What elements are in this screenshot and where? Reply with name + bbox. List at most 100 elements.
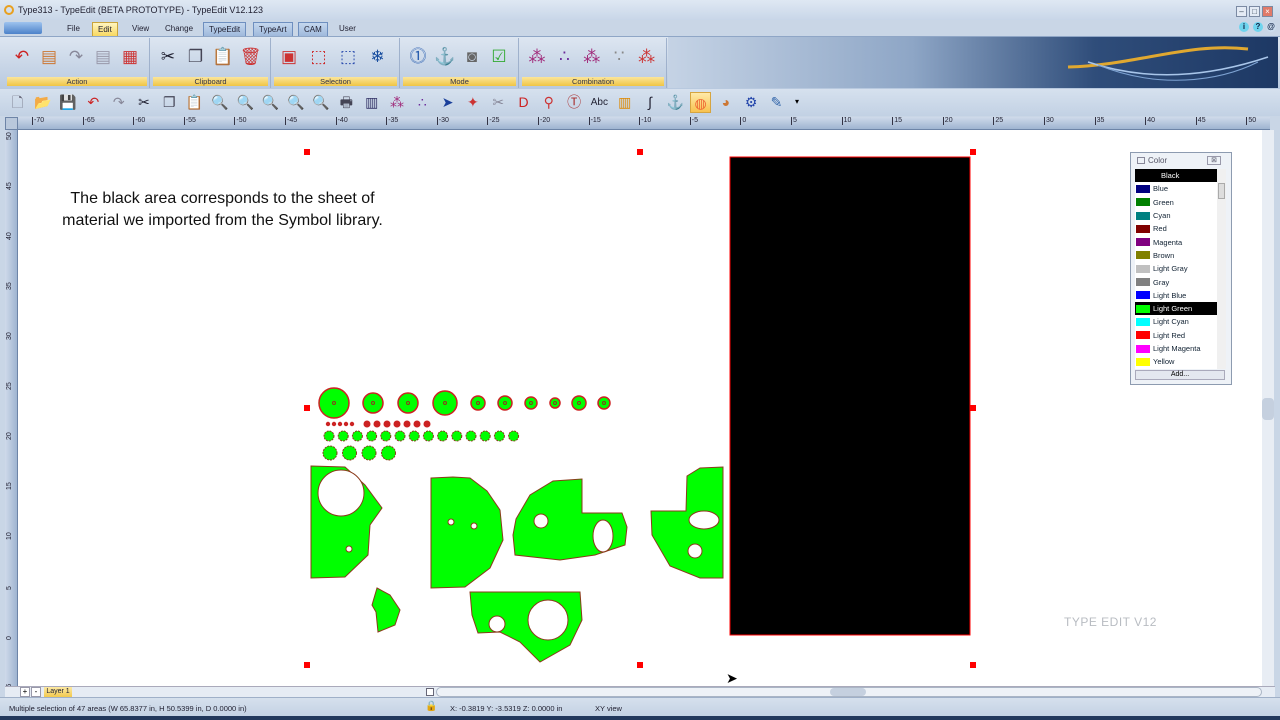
application-menu-button[interactable]: [4, 22, 42, 34]
help-icon[interactable]: ?: [1253, 22, 1263, 32]
cut-icon[interactable]: ✂: [134, 92, 155, 113]
color-item[interactable]: Light Blue: [1135, 289, 1217, 302]
color-picker-icon[interactable]: ◕: [715, 92, 736, 113]
cut-icon[interactable]: ✂: [157, 46, 179, 68]
toolbar-overflow-icon[interactable]: ▾: [795, 97, 799, 106]
color-item[interactable]: Cyan: [1135, 209, 1217, 222]
copy-icon[interactable]: ❐: [159, 92, 180, 113]
weld-icon[interactable]: ⁂: [581, 46, 603, 68]
layer-checkbox[interactable]: [426, 688, 434, 696]
redo-list-icon[interactable]: ▤: [92, 46, 114, 68]
zoom-fit-icon[interactable]: 🔍: [260, 92, 281, 113]
maximize-button[interactable]: □: [1249, 6, 1260, 17]
subtract-icon[interactable]: ∵: [608, 46, 630, 68]
color-item[interactable]: Blue: [1135, 182, 1217, 195]
vertical-ruler: 50454035302520151050-5: [5, 130, 18, 686]
color-item[interactable]: Brown: [1135, 249, 1217, 262]
color-item[interactable]: Red: [1135, 222, 1217, 235]
color-item[interactable]: Gray: [1135, 275, 1217, 288]
redo-icon[interactable]: ↷: [108, 92, 129, 113]
undo-list-icon[interactable]: ▤: [38, 46, 60, 68]
color-item[interactable]: Green: [1135, 196, 1217, 209]
color-item[interactable]: Light Gray: [1135, 262, 1217, 275]
color-item[interactable]: Light Green: [1135, 301, 1217, 316]
color-item[interactable]: Light Magenta: [1135, 342, 1217, 355]
node-edit-icon[interactable]: ✦: [462, 92, 483, 113]
copy-icon[interactable]: ❐: [185, 46, 207, 68]
scissors-icon[interactable]: ✂: [488, 92, 509, 113]
color-panel-close-button[interactable]: ⊠: [1207, 156, 1221, 165]
undo-icon[interactable]: ↶: [83, 92, 104, 113]
split-icon[interactable]: ∴: [553, 46, 575, 68]
zoom-selection-icon[interactable]: 🔍: [311, 92, 332, 113]
menu-tab-cam[interactable]: CAM: [298, 22, 328, 36]
menu-tab-typeart[interactable]: TypeArt: [253, 22, 293, 36]
email-icon[interactable]: @: [1266, 22, 1276, 32]
select-box-icon[interactable]: ▣: [278, 46, 300, 68]
select-arrow-icon[interactable]: ➤: [437, 92, 458, 113]
select-inside-icon[interactable]: ⬚: [308, 46, 330, 68]
color-list-scrollbar[interactable]: [1217, 169, 1226, 369]
menu-tab-view[interactable]: View: [127, 22, 154, 36]
ruler-label: 40: [1145, 117, 1155, 125]
layer-tab[interactable]: Layer 1: [44, 687, 72, 697]
menu-tab-change[interactable]: Change: [160, 22, 198, 36]
paint-icon[interactable]: ✎: [766, 92, 787, 113]
paste-icon[interactable]: 📋: [184, 92, 205, 113]
zoom-in-icon[interactable]: 🔍: [209, 92, 230, 113]
sheet-icon[interactable]: ▥: [614, 92, 635, 113]
info-icon[interactable]: i: [1239, 22, 1249, 32]
properties-icon[interactable]: ☑: [488, 46, 510, 68]
minimize-button[interactable]: –: [1236, 6, 1247, 17]
gear-icon[interactable]: ⚙: [741, 92, 762, 113]
combine-icon[interactable]: ⁂: [526, 46, 548, 68]
anchor-icon[interactable]: ⚓: [434, 46, 456, 68]
path-icon[interactable]: ∫: [640, 92, 661, 113]
snowflake-icon[interactable]: ❄: [367, 46, 389, 68]
add-color-button[interactable]: Add...: [1135, 370, 1225, 380]
nodes-icon[interactable]: ∴: [412, 92, 433, 113]
color-wheel-icon[interactable]: ◍: [690, 92, 712, 113]
intersect-icon[interactable]: ⁂: [636, 46, 658, 68]
undo-icon[interactable]: ↶: [11, 46, 33, 68]
remove-layer-button[interactable]: -: [31, 687, 41, 697]
select-cross-icon[interactable]: ⬚: [337, 46, 359, 68]
align-icon[interactable]: ⚲: [538, 92, 559, 113]
menu-tab-edit[interactable]: Edit: [92, 22, 118, 36]
menu-tab-user[interactable]: User: [334, 22, 361, 36]
delete-icon[interactable]: 🗑: [240, 46, 262, 68]
preview-icon[interactable]: ◙: [461, 46, 483, 68]
redo-icon[interactable]: ↷: [65, 46, 87, 68]
zoom-page-icon[interactable]: 🔍: [285, 92, 306, 113]
open-file-icon[interactable]: 📂: [32, 92, 53, 113]
color-item[interactable]: Light Cyan: [1135, 315, 1217, 328]
new-file-icon[interactable]: 🗋: [7, 92, 28, 113]
horizontal-scrollbar-thumb[interactable]: [830, 688, 866, 696]
zoom-out-icon[interactable]: 🔍: [235, 92, 256, 113]
color-swatch: [1136, 291, 1150, 300]
paste-icon[interactable]: 📋: [212, 46, 234, 68]
transform-icon[interactable]: Ⓣ: [564, 92, 585, 113]
plot-icon[interactable]: ▥: [361, 92, 382, 113]
color-item[interactable]: Light Red: [1135, 329, 1217, 342]
lock-icon[interactable]: 🔒: [425, 701, 437, 712]
save-icon[interactable]: 💾: [58, 92, 79, 113]
ruler-corner[interactable]: [5, 117, 18, 130]
dimension-icon[interactable]: D: [513, 92, 534, 113]
numbering-icon[interactable]: ⓵: [407, 46, 429, 68]
ruler-label: -15: [588, 117, 601, 125]
vertical-scrollbar[interactable]: [1262, 130, 1274, 686]
print-icon[interactable]: 🖶: [336, 92, 357, 113]
text-icon[interactable]: Abc: [589, 92, 610, 113]
menu-tab-file[interactable]: File: [62, 22, 85, 36]
color-item[interactable]: Magenta: [1135, 235, 1217, 248]
anchor-icon[interactable]: ⚓: [665, 92, 686, 113]
delete-undo-icon[interactable]: ▦: [119, 46, 141, 68]
combine-icon[interactable]: ⁂: [387, 92, 408, 113]
add-layer-button[interactable]: +: [20, 687, 30, 697]
close-button[interactable]: ×: [1262, 6, 1273, 17]
color-item[interactable]: Yellow: [1135, 355, 1217, 368]
ribbon-group-label: Combination: [522, 77, 664, 86]
menu-tab-typeedit[interactable]: TypeEdit: [203, 22, 247, 36]
color-item[interactable]: Black: [1135, 169, 1217, 183]
